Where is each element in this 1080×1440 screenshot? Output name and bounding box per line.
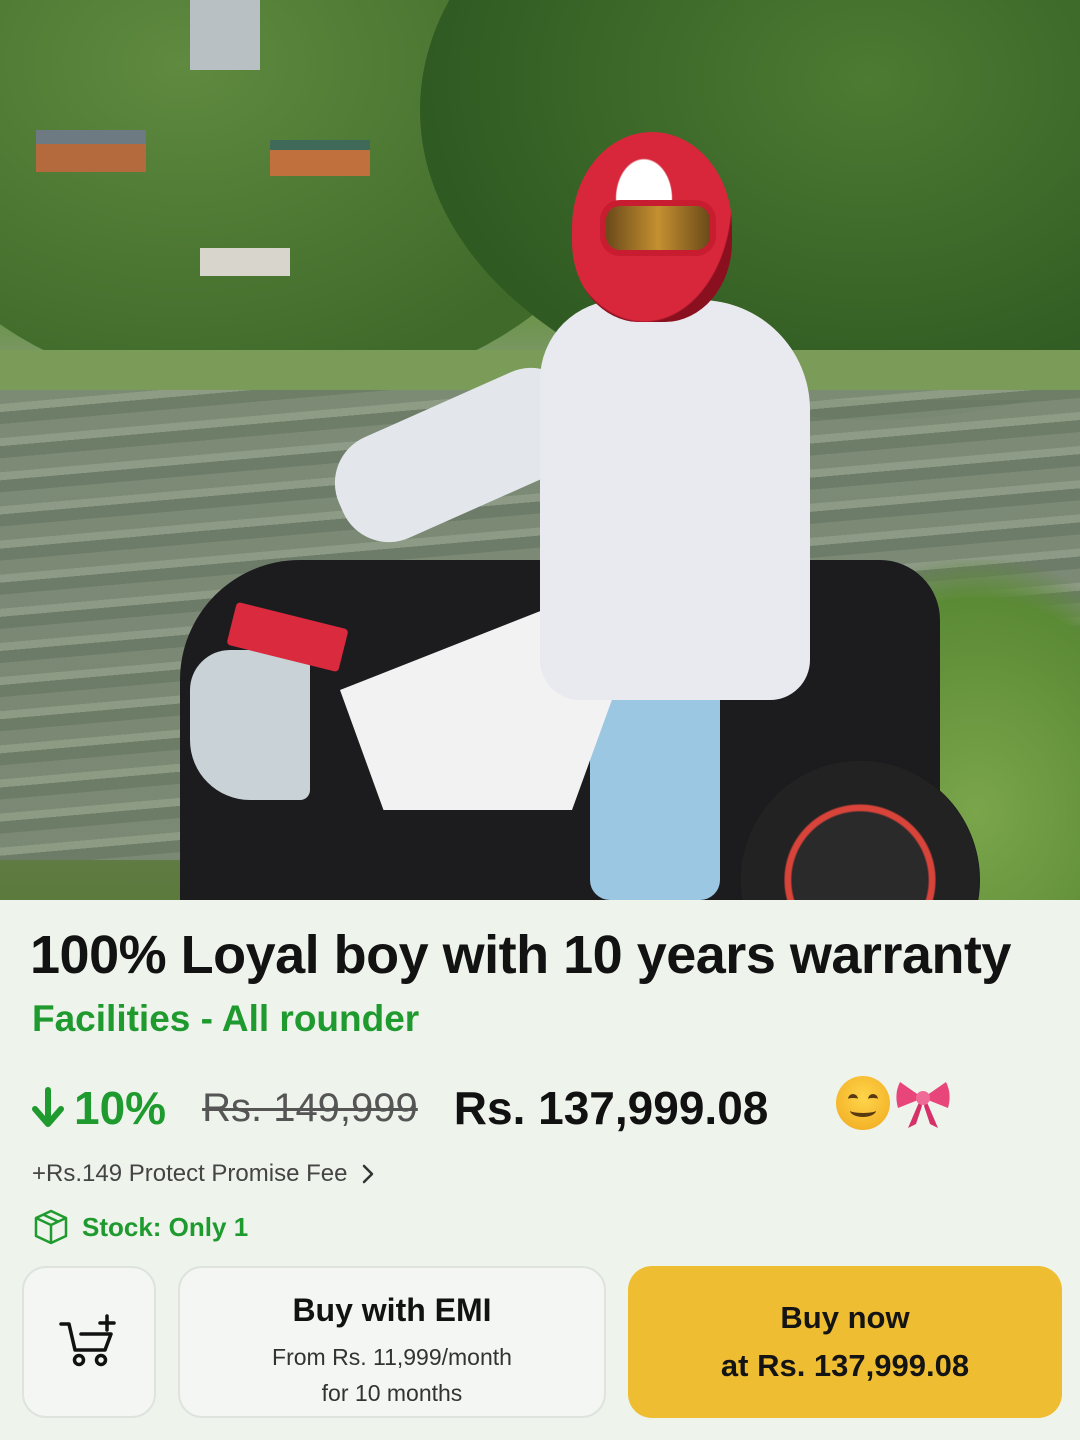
- house: [270, 140, 370, 176]
- fee-label: +Rs.149 Protect Promise Fee: [32, 1160, 348, 1187]
- buy-now-button[interactable]: Buy now at Rs. 137,999.08: [628, 1266, 1062, 1418]
- building: [190, 0, 260, 70]
- house: [36, 130, 146, 172]
- original-price: Rs. 149,999: [202, 1085, 418, 1130]
- stock-indicator: Stock: Only 1: [32, 1208, 248, 1246]
- price-row: 10% Rs. 149,999 Rs. 137,999.08: [30, 1076, 768, 1140]
- chevron-right-icon: [363, 1164, 374, 1184]
- product-title: 100% Loyal boy with 10 years warranty: [30, 925, 1011, 985]
- arrow-down-icon: [32, 1087, 64, 1127]
- buy-now-price: at Rs. 137,999.08: [720, 1348, 970, 1383]
- product-subtitle: Facilities - All rounder: [32, 998, 420, 1039]
- rider-shirt: [540, 300, 810, 700]
- cart-add-icon: [59, 1314, 116, 1367]
- emi-monthly: From Rs. 11,999/month: [272, 1344, 512, 1370]
- box-icon: [34, 1209, 68, 1245]
- add-to-cart-button[interactable]: [22, 1266, 156, 1418]
- house: [200, 248, 290, 276]
- emi-duration: for 10 months: [321, 1380, 463, 1406]
- motorbike-headlight: [190, 650, 310, 800]
- protect-promise-fee[interactable]: +Rs.149 Protect Promise Fee: [32, 1160, 375, 1188]
- buy-with-emi-button[interactable]: Buy with EMI From Rs. 11,999/month for 1…: [178, 1266, 606, 1418]
- product-image[interactable]: [0, 0, 1080, 900]
- stock-label: Stock: Only 1: [82, 1211, 249, 1242]
- discount-percent: 10%: [74, 1082, 167, 1134]
- helmet-goggles: [600, 200, 716, 256]
- ribbon-bow-emoji: [896, 1082, 950, 1128]
- emi-title: Buy with EMI: [292, 1292, 492, 1328]
- buy-now-label: Buy now: [780, 1300, 910, 1335]
- current-price: Rs. 137,999.08: [453, 1082, 769, 1134]
- smiling-face-emoji: [836, 1076, 890, 1130]
